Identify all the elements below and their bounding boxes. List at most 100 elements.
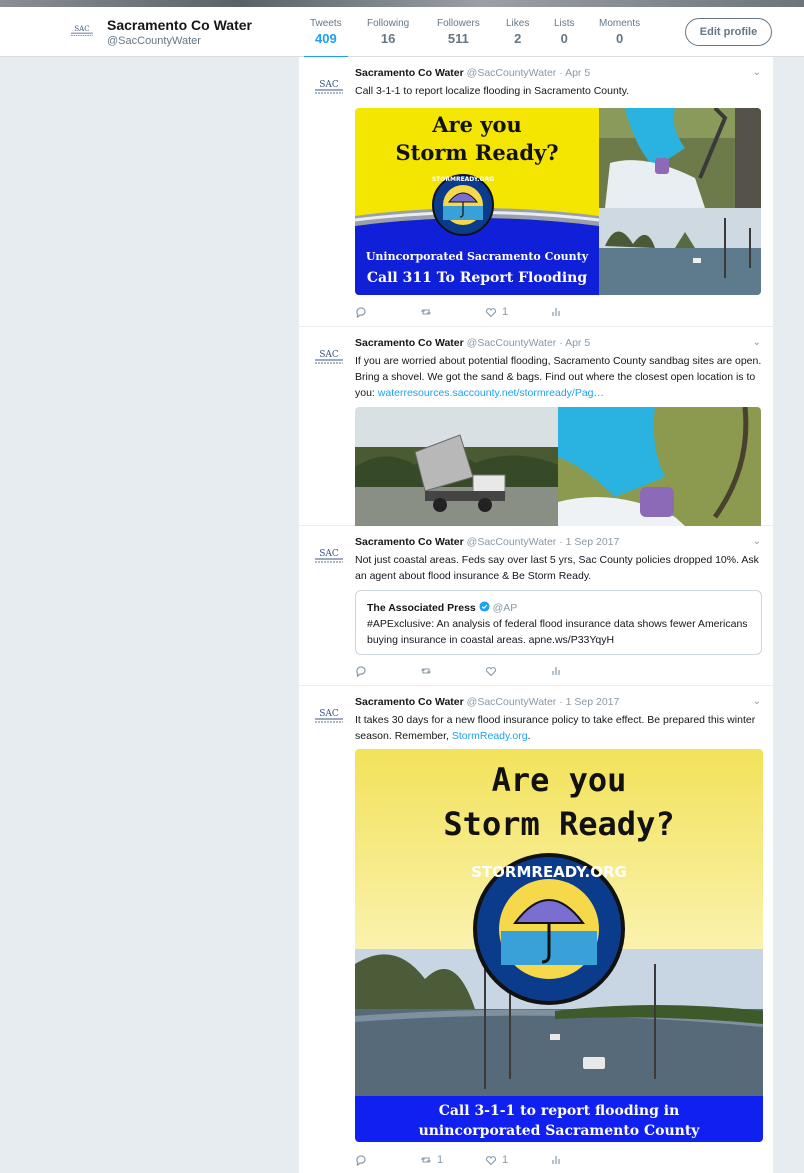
- poster-headline-1: Are you: [492, 761, 627, 799]
- stat-label: Lists: [554, 18, 575, 29]
- tweet-avatar[interactable]: [311, 71, 347, 101]
- tweet-timeline: Sacramento Co Water @SacCountyWater · Ap…: [299, 57, 773, 1173]
- stat-value: 0: [615, 31, 624, 46]
- logo-text: STORMREADY.ORG: [432, 176, 494, 183]
- tweet-author-handle[interactable]: @SacCountyWater: [467, 536, 557, 548]
- profile-avatar[interactable]: [68, 19, 96, 41]
- stat-value: 0: [560, 31, 568, 46]
- stat-value: 511: [447, 31, 469, 46]
- chevron-down-icon[interactable]: ⌄: [753, 337, 761, 348]
- poster-caption-2: unincorporated Sacramento County: [419, 1123, 701, 1139]
- tweet-date[interactable]: 1 Sep 2017: [566, 536, 620, 548]
- tweet-header: Sacramento Co Water @SacCountyWater · Ap…: [355, 337, 590, 349]
- storm-ready-graphic: Are you Storm Ready? STORMREADY.ORG Unin…: [355, 108, 761, 295]
- retweet-button[interactable]: [420, 306, 432, 318]
- stat-label: Following: [367, 18, 410, 29]
- like-button[interactable]: 1: [485, 306, 508, 318]
- verified-badge-icon: [479, 601, 490, 612]
- tweet-author-name[interactable]: Sacramento Co Water: [355, 536, 464, 548]
- like-count: 1: [502, 1154, 509, 1166]
- header-banner-strip: [0, 0, 804, 7]
- tweet-text: Not just coastal areas. Feds say over la…: [355, 554, 759, 582]
- stat-lists[interactable]: Lists 0: [554, 18, 575, 46]
- edit-profile-button[interactable]: Edit profile: [685, 18, 772, 46]
- heart-icon: [485, 667, 497, 677]
- retweet-icon: [420, 1157, 432, 1163]
- tweet-author-name[interactable]: Sacramento Co Water: [355, 337, 464, 349]
- reply-button[interactable]: [355, 306, 367, 318]
- heart-icon: [485, 308, 497, 318]
- tweet-separator: ·: [559, 536, 563, 548]
- profile-name[interactable]: Sacramento Co Water: [107, 17, 252, 33]
- retweet-button[interactable]: [420, 665, 432, 677]
- quoted-tweet[interactable]: The Associated Press @AP #APExclusive: A…: [355, 590, 762, 655]
- tweet-image[interactable]: [355, 407, 761, 526]
- chevron-down-icon[interactable]: ⌄: [753, 67, 761, 78]
- bar-chart-icon: [552, 307, 560, 317]
- tweet[interactable]: Sacramento Co Water @SacCountyWater · Ap…: [299, 57, 773, 327]
- stat-following[interactable]: Following 16: [367, 18, 409, 46]
- quoted-author-name[interactable]: The Associated Press: [367, 602, 476, 614]
- quoted-tweet-header: The Associated Press @AP: [367, 601, 517, 614]
- chevron-down-icon[interactable]: ⌄: [753, 696, 761, 707]
- tweet-author-name[interactable]: Sacramento Co Water: [355, 696, 464, 708]
- image-headline-1: Are you: [431, 112, 522, 137]
- tweet[interactable]: Sacramento Co Water @SacCountyWater · 1 …: [299, 686, 773, 1173]
- retweet-button[interactable]: 1: [420, 1154, 443, 1166]
- sandbag-photos: [355, 407, 761, 526]
- chevron-down-icon[interactable]: ⌄: [753, 536, 761, 547]
- tweet-link[interactable]: StormReady.org: [452, 730, 528, 742]
- stat-label: Likes: [506, 18, 530, 29]
- stat-value: 16: [380, 31, 396, 46]
- tweet-separator: ·: [559, 337, 563, 349]
- tweet[interactable]: Sacramento Co Water @SacCountyWater · Ap…: [299, 327, 773, 526]
- tweet-image[interactable]: Are you Storm Ready? STORMREADY.ORG Call…: [355, 749, 763, 1142]
- stat-moments[interactable]: Moments 0: [599, 18, 640, 46]
- analytics-button[interactable]: [550, 1154, 562, 1166]
- tweet-author-handle[interactable]: @SacCountyWater: [467, 337, 557, 349]
- like-button[interactable]: [485, 665, 497, 677]
- tweet-image[interactable]: Are you Storm Ready? STORMREADY.ORG Unin…: [355, 108, 761, 295]
- poster-headline-2: Storm Ready?: [443, 805, 674, 843]
- tweet-header: Sacramento Co Water @SacCountyWater · 1 …: [355, 696, 619, 708]
- stat-label: Moments: [599, 18, 641, 29]
- quoted-author-handle[interactable]: @AP: [493, 602, 518, 614]
- stat-likes[interactable]: Likes 2: [506, 18, 529, 46]
- retweet-icon: [420, 309, 432, 315]
- tweet-actions: 1 1: [355, 1154, 615, 1170]
- analytics-button[interactable]: [550, 306, 562, 318]
- reply-icon: [356, 307, 366, 318]
- stat-followers[interactable]: Followers 511: [437, 18, 480, 46]
- poster-caption-1: Call 3-1-1 to report flooding in: [439, 1103, 680, 1119]
- tweet-actions: 1: [355, 306, 615, 322]
- like-button[interactable]: 1: [485, 1154, 508, 1166]
- retweet-icon: [420, 668, 432, 674]
- image-caption-1: Unincorporated Sacramento County: [366, 250, 589, 263]
- tweet-link[interactable]: waterresources.saccounty.net/stormready/…: [378, 387, 604, 399]
- reply-icon: [356, 1155, 366, 1166]
- tweet-author-handle[interactable]: @SacCountyWater: [467, 67, 557, 79]
- logo-text: STORMREADY.ORG: [471, 863, 627, 881]
- tweet-date[interactable]: 1 Sep 2017: [566, 696, 620, 708]
- tweet-avatar[interactable]: [311, 540, 347, 570]
- tweet[interactable]: Sacramento Co Water @SacCountyWater · 1 …: [299, 526, 773, 686]
- stat-tweets[interactable]: Tweets 409: [304, 18, 348, 59]
- tweet-header: Sacramento Co Water @SacCountyWater · 1 …: [355, 536, 619, 548]
- bar-chart-icon: [552, 666, 560, 676]
- tweet-text-body: It takes 30 days for a new flood insuran…: [355, 714, 756, 742]
- reply-icon: [356, 666, 366, 677]
- tweet-date[interactable]: Apr 5: [565, 337, 590, 349]
- tweet-date[interactable]: Apr 5: [565, 67, 590, 79]
- analytics-button[interactable]: [550, 665, 562, 677]
- tweet-text: Call 3-1-1 to report localize flooding i…: [355, 85, 630, 97]
- tweet-text: It takes 30 days for a new flood insuran…: [355, 712, 765, 744]
- tweet-avatar[interactable]: [311, 700, 347, 730]
- stat-label: Tweets: [310, 18, 342, 29]
- reply-button[interactable]: [355, 1154, 367, 1166]
- tweet-avatar[interactable]: [311, 341, 347, 371]
- profile-handle[interactable]: @SacCountyWater: [107, 35, 201, 47]
- tweet-author-handle[interactable]: @SacCountyWater: [467, 696, 557, 708]
- reply-button[interactable]: [355, 665, 367, 677]
- image-caption-2: Call 311 To Report Flooding: [367, 270, 587, 286]
- tweet-author-name[interactable]: Sacramento Co Water: [355, 67, 464, 79]
